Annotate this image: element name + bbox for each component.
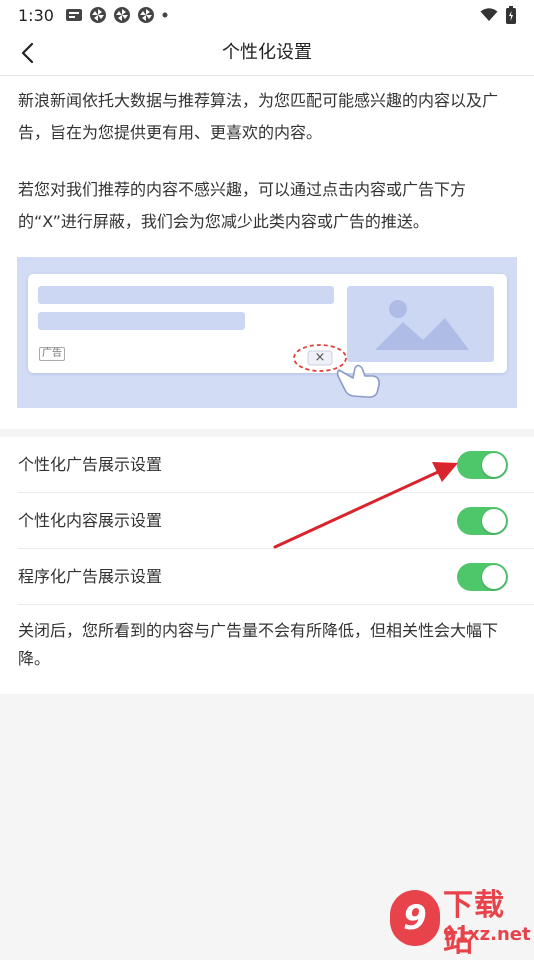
divider [18,604,534,605]
setting-label: 程序化广告展示设置 [18,567,163,586]
toggle-knob [482,509,506,533]
ad-tag: 广告 [39,347,65,361]
chevron-left-icon [21,42,34,64]
watermark-logo: 9 [390,890,440,946]
intro-paragraph-block-hint: 若您对我们推荐的内容不感兴趣，可以通过点击内容或广告下方的“X”进行屏蔽，我们会… [18,180,467,231]
dot-icon [162,12,168,18]
intro-section: 新浪新闻依托大数据与推荐算法，为您匹配可能感兴趣的内容以及广告，旨在为您提供更有… [0,76,534,429]
block-content-illustration: 广告 × [17,257,517,408]
status-time: 1:30 [18,5,54,25]
image-placeholder [347,286,494,362]
personalized-content-toggle[interactable] [457,507,508,535]
text-placeholder-line [38,286,334,304]
news-app-icon [65,9,82,21]
sample-ad-card: 广告 × [28,274,507,373]
text-placeholder-line [38,312,245,330]
settings-note: 关闭后，您所看到的内容与广告量不会有所降低，但相关性会大幅下降。 [18,621,499,668]
toggle-knob [482,453,506,477]
status-bar: 1:30 [0,0,534,30]
tap-hand-icon [336,364,380,398]
setting-row-personalized-ads: 个性化广告展示设置 [0,437,534,493]
back-button[interactable] [10,36,44,70]
settings-section: 个性化广告展示设置 个性化内容展示设置 程序化广告展示设置 关闭后，您所看到的内… [0,437,534,694]
site-watermark: 9 下载站 91xz.net [385,888,534,959]
pinwheel-icon [137,7,154,23]
status-notification-icons [65,7,168,23]
intro-paragraph-personalization: 新浪新闻依托大数据与推荐算法，为您匹配可能感兴趣的内容以及广告，旨在为您提供更有… [18,91,499,142]
setting-label: 个性化内容展示设置 [18,511,163,530]
pinwheel-icon [113,7,130,23]
wifi-icon [480,8,498,21]
pinwheel-icon [89,7,106,23]
page-title: 个性化设置 [222,42,312,63]
image-icon [375,300,469,350]
personalized-ads-toggle[interactable] [457,451,508,479]
setting-row-programmatic-ads: 程序化广告展示设置 [0,549,534,605]
programmatic-ads-toggle[interactable] [457,563,508,591]
setting-row-personalized-content: 个性化内容展示设置 [0,493,534,549]
battery-icon [506,6,516,24]
toggle-knob [482,565,506,589]
setting-label: 个性化广告展示设置 [18,455,163,474]
watermark-url: 91xz.net [443,924,531,945]
nav-bar: 个性化设置 [0,30,534,76]
